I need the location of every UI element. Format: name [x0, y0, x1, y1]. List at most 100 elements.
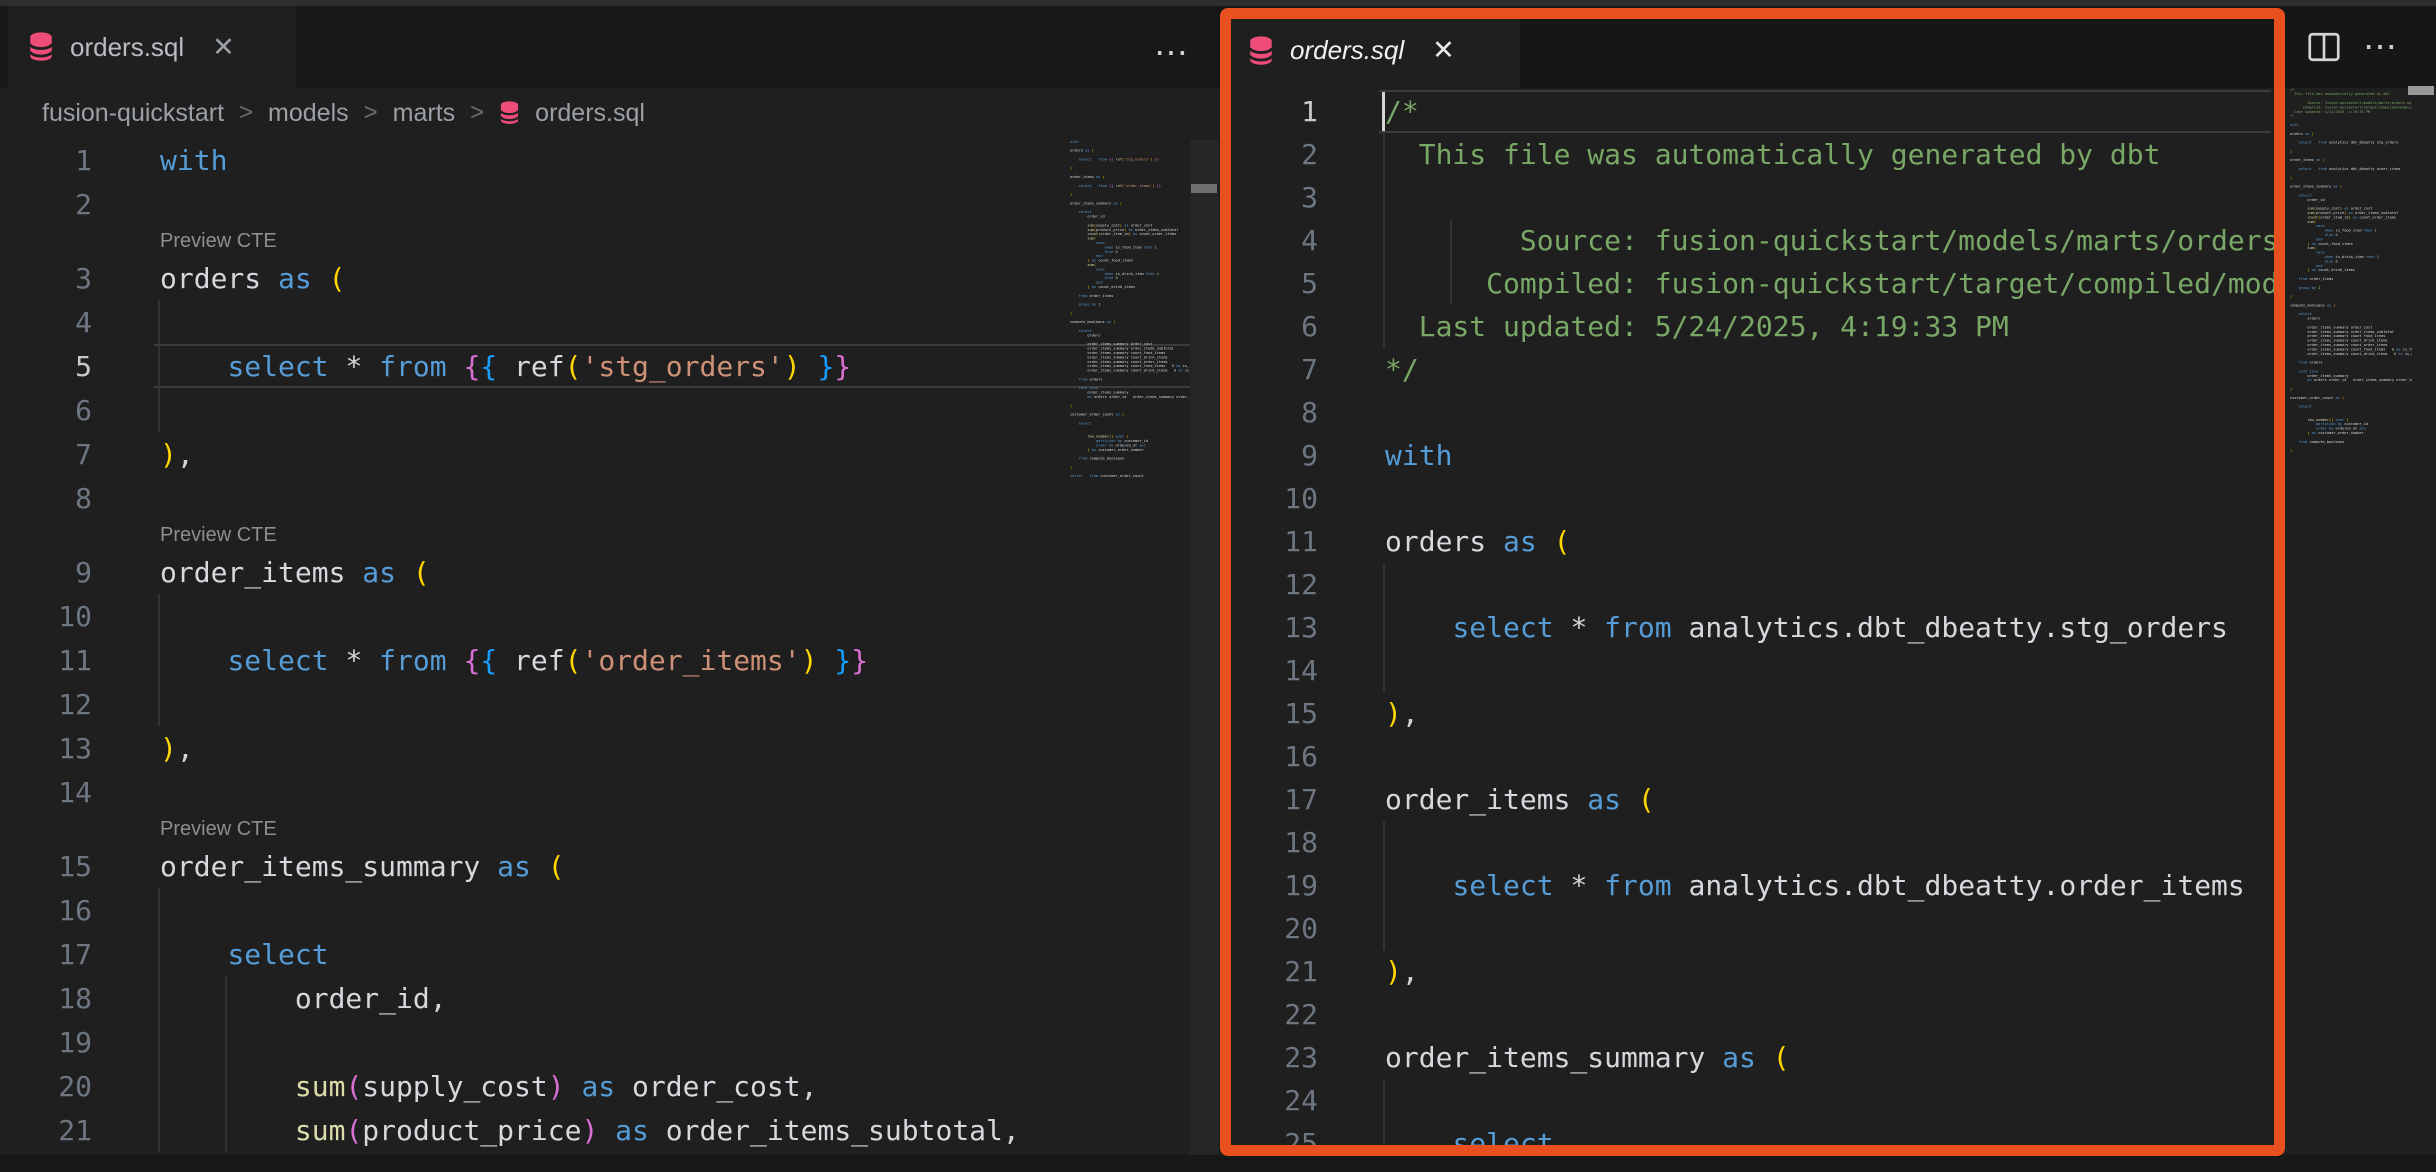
line-number[interactable]: 8 [0, 482, 92, 515]
line-number[interactable]: 25 [1228, 1127, 1318, 1148]
codelens-preview-cte[interactable]: Preview CTE [0, 226, 1218, 256]
code-line[interactable]: 19 select * from analytics.dbt_dbeatty.o… [1228, 864, 2280, 907]
line-number[interactable]: 19 [0, 1026, 92, 1059]
line-number[interactable]: 4 [1228, 224, 1318, 257]
split-editor-button[interactable] [2296, 6, 2352, 88]
code-line[interactable]: 14 [0, 770, 1218, 814]
code-line[interactable]: 3 [1228, 176, 2280, 219]
line-number[interactable]: 13 [0, 732, 92, 765]
line-number[interactable]: 19 [1228, 869, 1318, 902]
code-line[interactable]: 15order_items_summary as ( [0, 844, 1218, 888]
right-scrollbar-slider[interactable] [2408, 86, 2434, 95]
line-number[interactable]: 7 [1228, 353, 1318, 386]
code-line[interactable]: 21 sum(product_price) as order_items_sub… [0, 1108, 1218, 1152]
breadcrumb-item-project[interactable]: fusion-quickstart [42, 99, 224, 128]
line-number[interactable]: 6 [1228, 310, 1318, 343]
line-number[interactable]: 12 [0, 688, 92, 721]
codelens-preview-cte[interactable]: Preview CTE [0, 520, 1218, 550]
code-line[interactable]: 10 [0, 594, 1218, 638]
code-line[interactable]: 18 order_id, [0, 976, 1218, 1020]
line-number[interactable]: 13 [1228, 611, 1318, 644]
line-number[interactable]: 2 [1228, 138, 1318, 171]
code-line[interactable]: 4 [0, 300, 1218, 344]
code-line[interactable]: 13), [0, 726, 1218, 770]
code-line[interactable]: 11orders as ( [1228, 520, 2280, 563]
line-number[interactable]: 14 [0, 776, 92, 809]
line-number[interactable]: 12 [1228, 568, 1318, 601]
code-line[interactable]: 8 [0, 476, 1218, 520]
line-number[interactable]: 23 [1228, 1041, 1318, 1074]
breadcrumb-item-file[interactable]: orders.sql [535, 99, 645, 128]
code-line[interactable]: 22 [1228, 993, 2280, 1036]
line-number[interactable]: 3 [0, 262, 92, 295]
line-number[interactable]: 7 [0, 438, 92, 471]
line-number[interactable]: 18 [0, 982, 92, 1015]
line-number[interactable]: 10 [0, 600, 92, 633]
codelens-preview-cte[interactable]: Preview CTE [0, 814, 1218, 844]
more-actions-button[interactable]: ⋯ [2352, 6, 2412, 88]
code-line[interactable]: 10 [1228, 477, 2280, 520]
line-number[interactable]: 5 [1228, 267, 1318, 300]
right-code-editor[interactable]: 1/*2 This file was automatically generat… [1228, 90, 2280, 1148]
code-line[interactable]: 17order_items as ( [1228, 778, 2280, 821]
code-line[interactable]: 13 select * from analytics.dbt_dbeatty.s… [1228, 606, 2280, 649]
line-number[interactable]: 9 [1228, 439, 1318, 472]
code-line[interactable]: 16 [1228, 735, 2280, 778]
code-line[interactable]: 23order_items_summary as ( [1228, 1036, 2280, 1079]
code-line[interactable]: 1/* [1228, 90, 2280, 133]
code-line[interactable]: 20 sum(supply_cost) as order_cost, [0, 1064, 1218, 1108]
code-line[interactable]: 18 [1228, 821, 2280, 864]
line-number[interactable]: 10 [1228, 482, 1318, 515]
line-number[interactable]: 20 [0, 1070, 92, 1103]
line-number[interactable]: 1 [1228, 95, 1318, 128]
tab-orders-sql-right-preview[interactable]: orders.sql ✕ [1228, 13, 1520, 88]
code-line[interactable]: 6 Last updated: 5/24/2025, 4:19:33 PM [1228, 305, 2280, 348]
code-line[interactable]: 1with [0, 138, 1218, 182]
line-number[interactable]: 16 [0, 894, 92, 927]
right-minimap[interactable]: /* This file was automatically generated… [2290, 88, 2412, 458]
line-number[interactable]: 16 [1228, 740, 1318, 773]
left-minimap[interactable]: withorders as ( select * from {{ ref('st… [1070, 140, 1190, 500]
code-line[interactable]: 5 select * from {{ ref('stg_orders') }} [0, 344, 1218, 388]
code-line[interactable]: 15), [1228, 692, 2280, 735]
line-number[interactable]: 20 [1228, 912, 1318, 945]
line-number[interactable]: 5 [0, 350, 92, 383]
code-line[interactable]: 7*/ [1228, 348, 2280, 391]
code-line[interactable]: 19 [0, 1020, 1218, 1064]
breadcrumb-item-models[interactable]: models [268, 99, 349, 128]
code-line[interactable]: 5 Compiled: fusion-quickstart/target/com… [1228, 262, 2280, 305]
line-number[interactable]: 4 [0, 306, 92, 339]
code-line[interactable]: 25 select [1228, 1122, 2280, 1148]
line-number[interactable]: 22 [1228, 998, 1318, 1031]
line-number[interactable]: 11 [1228, 525, 1318, 558]
code-line[interactable]: 21), [1228, 950, 2280, 993]
line-number[interactable]: 8 [1228, 396, 1318, 429]
code-line[interactable]: 4 Source: fusion-quickstart/models/marts… [1228, 219, 2280, 262]
code-line[interactable]: 11 select * from {{ ref('order_items') }… [0, 638, 1218, 682]
line-number[interactable]: 21 [0, 1114, 92, 1147]
line-number[interactable]: 17 [0, 938, 92, 971]
line-number[interactable]: 15 [1228, 697, 1318, 730]
code-line[interactable]: 16 [0, 888, 1218, 932]
code-line[interactable]: 2 [0, 182, 1218, 226]
line-number[interactable]: 21 [1228, 955, 1318, 988]
code-line[interactable]: 17 select [0, 932, 1218, 976]
left-code-editor[interactable]: 1with2Preview CTE3orders as (45 select *… [0, 138, 1218, 1155]
tab-orders-sql-left[interactable]: orders.sql ✕ [8, 6, 296, 88]
left-scrollbar-slider[interactable] [1191, 184, 1217, 193]
line-number[interactable]: 14 [1228, 654, 1318, 687]
breadcrumb-item-marts[interactable]: marts [393, 99, 456, 128]
code-line[interactable]: 8 [1228, 391, 2280, 434]
code-line[interactable]: 14 [1228, 649, 2280, 692]
line-number[interactable]: 2 [0, 188, 92, 221]
code-line[interactable]: 6 [0, 388, 1218, 432]
line-number[interactable]: 15 [0, 850, 92, 883]
code-line[interactable]: 12 [1228, 563, 2280, 606]
line-number[interactable]: 18 [1228, 826, 1318, 859]
line-number[interactable]: 3 [1228, 181, 1318, 214]
code-line[interactable]: 24 [1228, 1079, 2280, 1122]
line-number[interactable]: 6 [0, 394, 92, 427]
code-line[interactable]: 2 This file was automatically generated … [1228, 133, 2280, 176]
left-scrollbar-track[interactable] [1190, 140, 1218, 1155]
code-line[interactable]: 20 [1228, 907, 2280, 950]
